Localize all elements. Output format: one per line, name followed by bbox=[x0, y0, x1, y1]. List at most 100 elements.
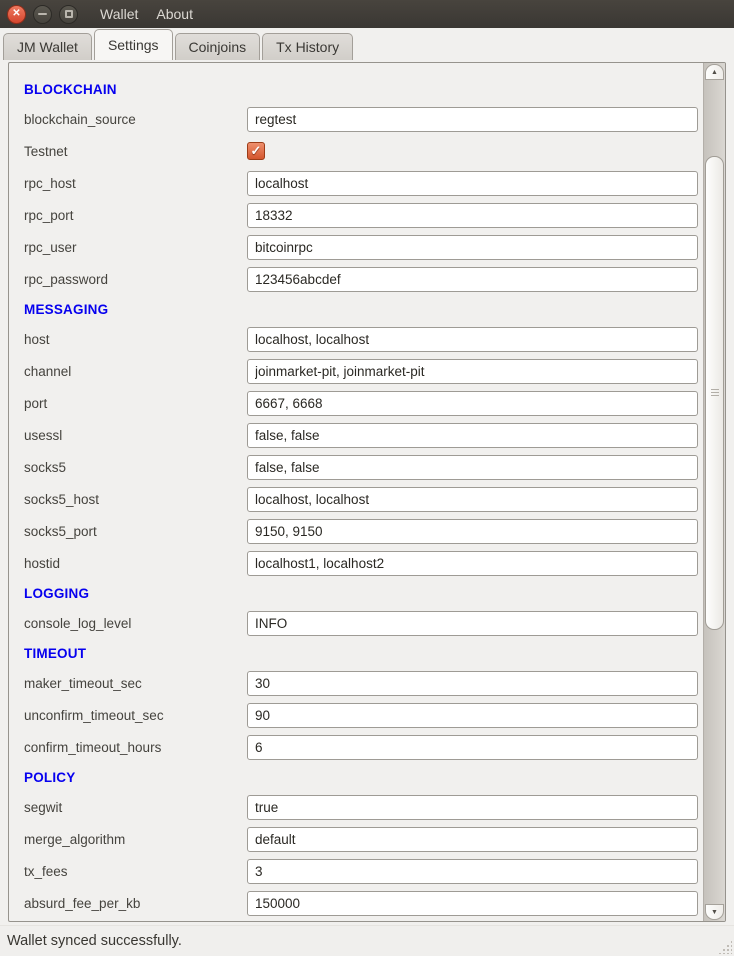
tx_fees-input[interactable] bbox=[247, 859, 698, 884]
scrollbar-track[interactable] bbox=[704, 80, 725, 904]
form-row: rpc_password bbox=[24, 263, 698, 295]
form-row: Testnet ✓ bbox=[24, 135, 698, 167]
close-button[interactable]: ✕ bbox=[7, 5, 26, 24]
maker_timeout_sec-input[interactable] bbox=[247, 671, 698, 696]
vertical-scrollbar[interactable]: ▲ ▼ bbox=[703, 63, 725, 921]
field-label: unconfirm_timeout_sec bbox=[24, 708, 247, 723]
testnet-checkbox[interactable]: ✓ bbox=[247, 142, 265, 160]
field-label: socks5_host bbox=[24, 492, 247, 507]
form-row: blockchain_source bbox=[24, 103, 698, 135]
settings-form: BLOCKCHAIN blockchain_source Testnet ✓ rpc_h… bbox=[9, 63, 703, 921]
field-label: rpc_host bbox=[24, 176, 247, 191]
host-input[interactable] bbox=[247, 327, 698, 352]
field-label: hostid bbox=[24, 556, 247, 571]
form-row: socks5 bbox=[24, 451, 698, 483]
field-label: console_log_level bbox=[24, 616, 247, 631]
field-label: rpc_user bbox=[24, 240, 247, 255]
console_log_level-input[interactable] bbox=[247, 611, 698, 636]
tab-jm-wallet[interactable]: JM Wallet bbox=[3, 33, 92, 60]
field-label: Testnet bbox=[24, 144, 247, 159]
confirm_timeout_hours-input[interactable] bbox=[247, 735, 698, 760]
scrollbar-thumb[interactable] bbox=[705, 156, 724, 630]
port-input[interactable] bbox=[247, 391, 698, 416]
field-label: absurd_fee_per_kb bbox=[24, 896, 247, 911]
scrollbar-down-button[interactable]: ▼ bbox=[705, 904, 724, 920]
form-row: host bbox=[24, 323, 698, 355]
section-header-row: MESSAGING bbox=[24, 295, 698, 323]
unconfirm_timeout_sec-input[interactable] bbox=[247, 703, 698, 728]
rpc_password-input[interactable] bbox=[247, 267, 698, 292]
form-row: channel bbox=[24, 355, 698, 387]
section-header-row: LOGGING bbox=[24, 579, 698, 607]
form-row: console_log_level bbox=[24, 607, 698, 639]
status-bar: Wallet synced successfully. bbox=[0, 925, 734, 956]
form-row: maker_timeout_sec bbox=[24, 667, 698, 699]
form-row: socks5_port bbox=[24, 515, 698, 547]
socks5_port-input[interactable] bbox=[247, 519, 698, 544]
scrollbar-down-icon: ▼ bbox=[711, 909, 718, 916]
settings-scroll-area: BLOCKCHAIN blockchain_source Testnet ✓ rpc_h… bbox=[8, 62, 726, 922]
segwit-input[interactable] bbox=[247, 795, 698, 820]
field-label: channel bbox=[24, 364, 247, 379]
minimize-button[interactable] bbox=[33, 5, 52, 24]
section-header-row: BLOCKCHAIN bbox=[24, 75, 698, 103]
section-header: LOGGING bbox=[24, 586, 89, 601]
field-label: maker_timeout_sec bbox=[24, 676, 247, 691]
form-row: confirm_timeout_hours bbox=[24, 731, 698, 763]
tab-settings[interactable]: Settings bbox=[94, 29, 173, 60]
form-row: tx_fees bbox=[24, 855, 698, 887]
checkmark-icon: ✓ bbox=[251, 144, 262, 157]
form-row: unconfirm_timeout_sec bbox=[24, 699, 698, 731]
merge_algorithm-input[interactable] bbox=[247, 827, 698, 852]
maximize-icon bbox=[65, 10, 73, 18]
menu-about[interactable]: About bbox=[147, 0, 202, 28]
field-label: merge_algorithm bbox=[24, 832, 247, 847]
resize-grip-icon[interactable] bbox=[718, 940, 732, 954]
hostid-input[interactable] bbox=[247, 551, 698, 576]
field-label: blockchain_source bbox=[24, 112, 247, 127]
form-row: rpc_user bbox=[24, 231, 698, 263]
field-label: port bbox=[24, 396, 247, 411]
absurd_fee_per_kb-input[interactable] bbox=[247, 891, 698, 916]
usessl-input[interactable] bbox=[247, 423, 698, 448]
section-header-row: TIMEOUT bbox=[24, 639, 698, 667]
field-label: host bbox=[24, 332, 247, 347]
section-header: TIMEOUT bbox=[24, 646, 86, 661]
form-row: rpc_host bbox=[24, 167, 698, 199]
form-row bbox=[24, 919, 698, 921]
menu-wallet[interactable]: Wallet bbox=[91, 0, 147, 28]
form-row: hostid bbox=[24, 547, 698, 579]
field-label: socks5_port bbox=[24, 524, 247, 539]
tab-coinjoins[interactable]: Coinjoins bbox=[175, 33, 261, 60]
rpc_host-input[interactable] bbox=[247, 171, 698, 196]
field-label: confirm_timeout_hours bbox=[24, 740, 247, 755]
form-row: segwit bbox=[24, 791, 698, 823]
scrollbar-grip-icon bbox=[711, 389, 719, 397]
socks5_host-input[interactable] bbox=[247, 487, 698, 512]
form-row: merge_algorithm bbox=[24, 823, 698, 855]
field-label: rpc_password bbox=[24, 272, 247, 287]
titlebar[interactable]: ✕ Wallet About bbox=[0, 0, 734, 28]
field-label: usessl bbox=[24, 428, 247, 443]
form-row: port bbox=[24, 387, 698, 419]
rpc_port-input[interactable] bbox=[247, 203, 698, 228]
rpc_user-input[interactable] bbox=[247, 235, 698, 260]
settings-page: BLOCKCHAIN blockchain_source Testnet ✓ rpc_h… bbox=[0, 60, 734, 925]
field-label: rpc_port bbox=[24, 208, 247, 223]
scrollbar-up-icon: ▲ bbox=[711, 69, 718, 76]
maximize-button[interactable] bbox=[59, 5, 78, 24]
channel-input[interactable] bbox=[247, 359, 698, 384]
window-buttons: ✕ bbox=[7, 5, 78, 24]
form-row: rpc_port bbox=[24, 199, 698, 231]
section-header: POLICY bbox=[24, 770, 75, 785]
section-header-row: POLICY bbox=[24, 763, 698, 791]
tab-tx-history[interactable]: Tx History bbox=[262, 33, 353, 60]
field-label: segwit bbox=[24, 800, 247, 815]
blockchain_source-input[interactable] bbox=[247, 107, 698, 132]
socks5-input[interactable] bbox=[247, 455, 698, 480]
form-row: socks5_host bbox=[24, 483, 698, 515]
section-header: BLOCKCHAIN bbox=[24, 82, 117, 97]
section-header: MESSAGING bbox=[24, 302, 108, 317]
scrollbar-up-button[interactable]: ▲ bbox=[705, 64, 724, 80]
status-text: Wallet synced successfully. bbox=[7, 933, 182, 949]
